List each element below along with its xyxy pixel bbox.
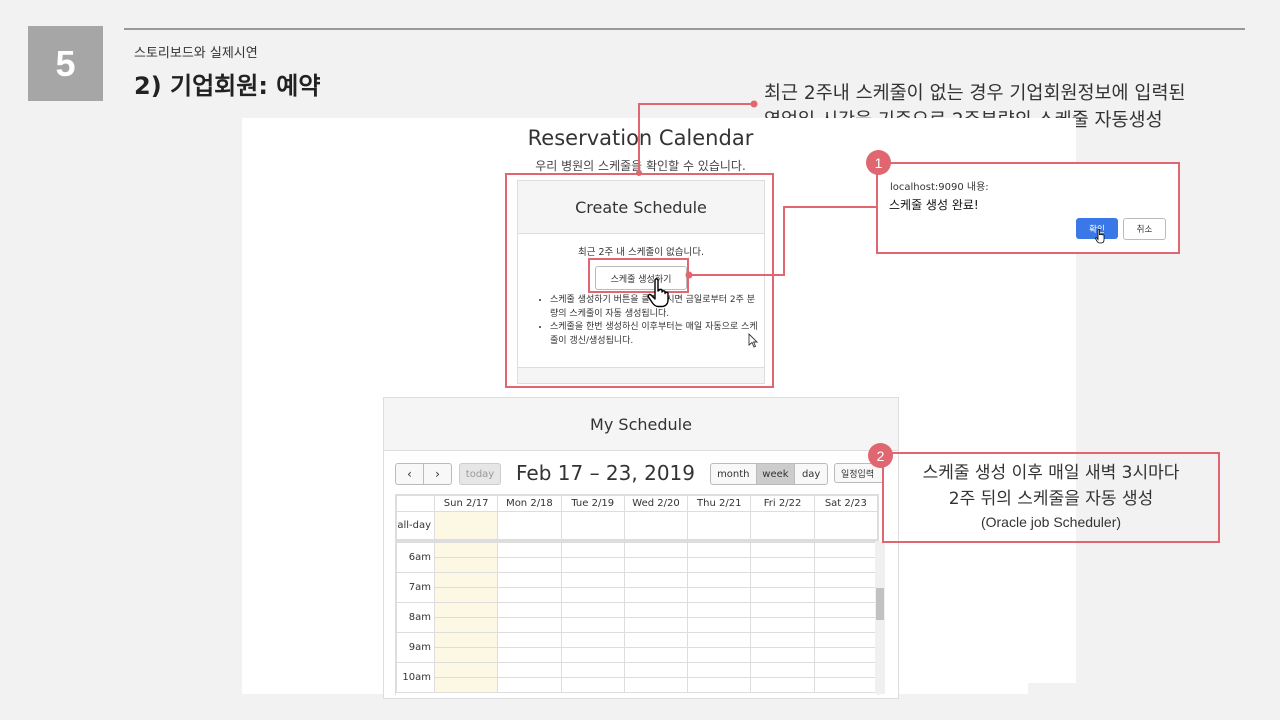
- header-rule: [124, 28, 1245, 30]
- hour-label: 8am: [396, 602, 435, 633]
- annotation-box-2: 스케줄 생성 이후 매일 새벽 3시마다 2주 뒤의 스케줄을 자동 생성 (O…: [882, 452, 1220, 543]
- slide-title: 2) 기업회원: 예약: [134, 72, 321, 100]
- calendar-cell[interactable]: [497, 511, 562, 540]
- week-calendar-grid: Sun 2/17 Mon 2/18 Tue 2/19 Wed 2/20 Thu …: [395, 494, 879, 695]
- hour-label: 10am: [396, 662, 435, 693]
- hand-cursor-small-icon: [1095, 229, 1105, 244]
- gutter-header: [396, 495, 435, 512]
- slide-number: 5: [28, 26, 103, 101]
- day-header: Sat 2/23: [813, 495, 878, 512]
- half-hour-row: [397, 617, 878, 633]
- annotation-2-line2: 2주 뒤의 스케줄을 자동 생성: [948, 489, 1154, 509]
- slide-subtitle: 스토리보드와 실제시연: [134, 46, 258, 61]
- hour-row: 10am: [396, 662, 878, 693]
- calendar-cell[interactable]: [687, 511, 752, 540]
- day-header: Mon 2/18: [497, 495, 562, 512]
- calendar-cell[interactable]: [813, 511, 878, 540]
- half-hour-row: [397, 647, 878, 663]
- next-week-button[interactable]: ›: [423, 464, 451, 484]
- dialog-cancel-button[interactable]: 취소: [1123, 218, 1166, 240]
- hour-row: 6am: [396, 542, 878, 573]
- calendar-range-title: Feb 17 – 23, 2019: [516, 461, 695, 485]
- all-day-row: all-day: [396, 511, 878, 540]
- annotation-2-line3: (Oracle job Scheduler): [980, 514, 1122, 530]
- hour-row: 7am: [396, 572, 878, 603]
- view-month-button[interactable]: month: [711, 464, 756, 484]
- day-header: Thu 2/21: [687, 495, 752, 512]
- top-annotation-line1: 최근 2주내 스케줄이 없는 경우 기업회원정보에 입력된: [764, 83, 1186, 104]
- step-badge-2: 2: [868, 443, 893, 468]
- calendar-cell[interactable]: [750, 511, 815, 540]
- my-schedule-heading: My Schedule: [384, 398, 898, 451]
- dialog-host: localhost:9090 내용:: [890, 182, 989, 193]
- view-day-button[interactable]: day: [794, 464, 827, 484]
- day-header-row: Sun 2/17 Mon 2/18 Tue 2/19 Wed 2/20 Thu …: [396, 495, 878, 512]
- canvas-corner: [1028, 683, 1078, 697]
- page-title: Reservation Calendar: [527, 126, 754, 150]
- calendar-scroll-thumb[interactable]: [876, 588, 884, 620]
- all-day-label: all-day: [396, 511, 435, 540]
- half-hour-row: [397, 587, 878, 603]
- dialog-message: 스케줄 생성 완료!: [889, 198, 979, 212]
- hour-label: 6am: [396, 542, 435, 573]
- annotation-2-line1: 스케줄 생성 이후 매일 새벽 3시마다: [922, 463, 1180, 483]
- calendar-cell-today[interactable]: [433, 511, 499, 540]
- half-hour-row: [397, 557, 878, 573]
- step-badge-1: 1: [866, 150, 891, 175]
- day-header: Fri 2/22: [750, 495, 815, 512]
- day-header: Sun 2/17: [433, 495, 499, 512]
- prev-week-button[interactable]: ‹: [396, 464, 423, 484]
- view-week-button[interactable]: week: [755, 464, 795, 484]
- highlight-frame-button: [588, 258, 689, 293]
- connector-dot-top: [750, 100, 758, 108]
- hour-row: 8am: [396, 602, 878, 633]
- hour-label: 7am: [396, 572, 435, 603]
- today-button[interactable]: today: [459, 463, 501, 485]
- calendar-cell[interactable]: [560, 511, 625, 540]
- calendar-cell[interactable]: [623, 511, 689, 540]
- day-header: Wed 2/20: [623, 495, 689, 512]
- half-hour-row: [397, 677, 878, 693]
- hour-row: 9am: [396, 632, 878, 663]
- view-switcher: month week day: [710, 463, 828, 485]
- hand-cursor-icon: [647, 278, 669, 308]
- day-header: Tue 2/19: [560, 495, 625, 512]
- calendar-nav: ‹ ›: [395, 463, 452, 485]
- arrow-cursor-icon: [748, 333, 758, 348]
- hour-label: 9am: [396, 632, 435, 663]
